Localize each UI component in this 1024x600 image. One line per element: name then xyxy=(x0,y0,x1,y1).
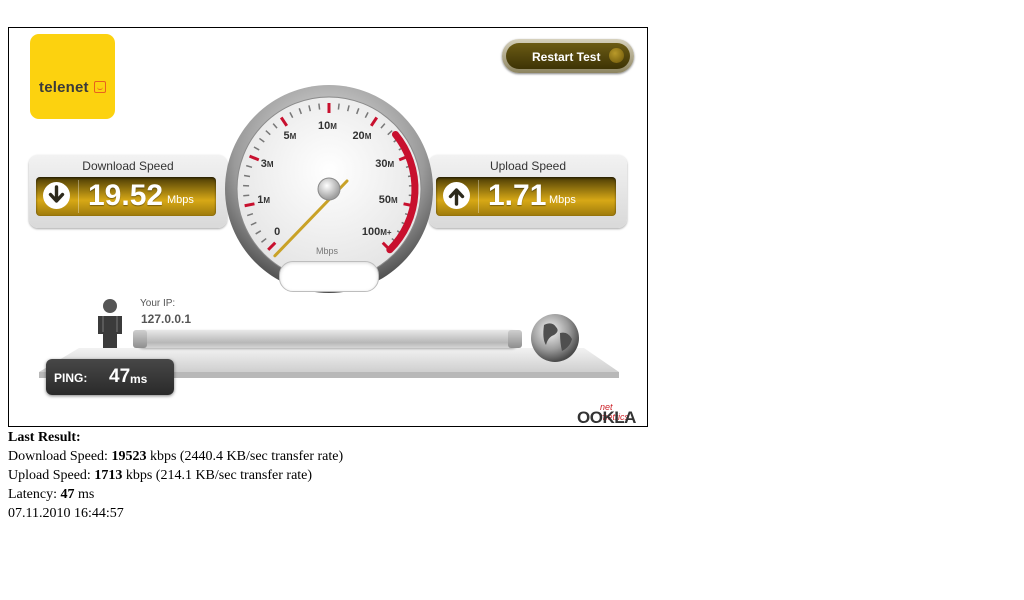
telenet-logo: telenet xyxy=(30,34,115,119)
results-latency-ms: 47 xyxy=(60,487,75,502)
results-upload-line: Upload Speed: 1713 kbps (214.1 KB/sec tr… xyxy=(8,468,313,483)
globe-icon xyxy=(531,314,579,362)
ping-label: PING: xyxy=(54,371,88,385)
gauge-scale-label: 100M+ xyxy=(361,225,392,238)
gauge-scale-label: 10M xyxy=(318,120,337,132)
upload-speed-unit: Mbps xyxy=(549,194,576,206)
speed-gauge: 0 1M 3M 5M 10M 20M 30M 50M 100M+ Mbps xyxy=(224,84,434,294)
transfer-tube xyxy=(133,330,522,348)
download-speed-title: Download Speed xyxy=(82,159,174,173)
results-heading: Last Result: xyxy=(8,430,81,445)
gauge-scale-label: 20M xyxy=(352,130,372,143)
gauge-major-tick xyxy=(244,202,255,208)
results-timestamp: 07.11.2010 16:44:57 xyxy=(8,506,124,521)
results-download-kbps: 19523 xyxy=(111,449,147,464)
gauge-unit-label: Mbps xyxy=(316,246,339,256)
smile-icon xyxy=(94,81,106,93)
gauge-scale-label: 5M xyxy=(283,130,297,143)
gauge-scale-label: 0 xyxy=(274,225,281,238)
person-icon xyxy=(98,299,122,354)
upload-speed-title: Upload Speed xyxy=(489,159,567,173)
last-result: Last Result: Download Speed: 19523 kbps … xyxy=(8,428,343,523)
gauge-scale-label: 3M xyxy=(260,158,274,171)
ookla-text: OOKLA xyxy=(577,408,636,427)
knob-icon xyxy=(609,48,624,63)
gauge-scale-label: 30M xyxy=(375,158,395,171)
ip-label: Your IP: xyxy=(140,298,176,309)
gauge-minor-tick xyxy=(337,103,340,110)
gauge-minor-tick xyxy=(243,174,251,178)
gauge-minor-tick xyxy=(318,103,321,110)
ip-value: 127.0.0.1 xyxy=(141,312,192,326)
ping-unit: ms xyxy=(130,372,148,386)
download-speed-box: Download Speed 19.52 Mbps xyxy=(29,155,227,228)
ping-box: PING: 47 ms xyxy=(46,359,174,395)
results-latency-line: Latency: 47 ms xyxy=(8,487,95,502)
speedtest-panel: telenet Restart Test Download Speed 19.5… xyxy=(8,27,648,427)
logo-text: telenet xyxy=(39,79,89,96)
results-download-line: Download Speed: 19523 kbps (2440.4 KB/se… xyxy=(8,449,344,464)
results-upload-kbps: 1713 xyxy=(94,468,123,483)
upload-speed-box: Upload Speed 1.71 Mbps xyxy=(429,155,627,228)
gauge-scale-label: 1M xyxy=(257,194,270,207)
gauge-scale-label: 50M xyxy=(378,194,398,207)
arrow-up-icon xyxy=(443,182,470,209)
upload-speed-value: 1.71 xyxy=(488,179,547,212)
gauge-hub xyxy=(317,177,341,201)
download-speed-value: 19.52 xyxy=(88,179,164,212)
restart-test-button[interactable]: Restart Test xyxy=(502,39,634,73)
download-speed-unit: Mbps xyxy=(167,194,194,206)
gauge-readout xyxy=(279,261,379,292)
arrow-down-icon xyxy=(43,182,70,209)
restart-test-label: Restart Test xyxy=(532,50,601,64)
ping-value: 47 xyxy=(109,366,131,387)
